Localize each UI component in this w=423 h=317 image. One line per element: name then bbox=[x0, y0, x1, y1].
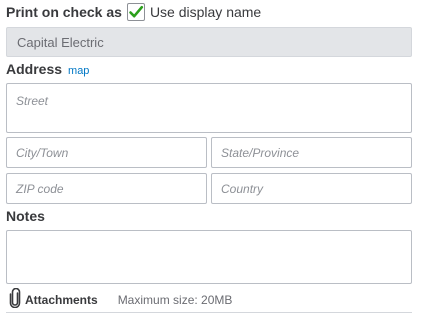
city-placeholder: City/Town bbox=[16, 145, 69, 160]
print-on-check-name-field: Capital Electric bbox=[6, 27, 412, 57]
notes-textarea[interactable] bbox=[6, 230, 412, 284]
max-size-text: Maximum size: 20MB bbox=[117, 293, 233, 307]
map-link[interactable]: map bbox=[68, 65, 89, 77]
print-on-check-row: Print on check as Use display name bbox=[6, 0, 261, 24]
checkmark-icon bbox=[129, 5, 144, 18]
paperclip-icon[interactable] bbox=[9, 287, 21, 313]
state-placeholder: State/Province bbox=[221, 145, 300, 160]
customer-form-section: Print on check as Use display name Capit… bbox=[0, 0, 423, 317]
city-input[interactable]: City/Town bbox=[6, 137, 207, 168]
divider bbox=[6, 312, 412, 313]
use-display-name-label[interactable]: Use display name bbox=[150, 4, 261, 20]
address-label: Address bbox=[6, 61, 63, 77]
country-placeholder: Country bbox=[221, 181, 264, 196]
state-input[interactable]: State/Province bbox=[211, 137, 412, 168]
zip-input[interactable]: ZIP code bbox=[6, 173, 207, 204]
street-placeholder: Street bbox=[16, 94, 49, 108]
street-input[interactable]: Street bbox=[6, 83, 412, 133]
attachments-row: Attachments Maximum size: 20MB bbox=[9, 287, 233, 313]
use-display-name-checkbox[interactable] bbox=[126, 3, 145, 21]
zip-placeholder: ZIP code bbox=[16, 181, 64, 196]
notes-label: Notes bbox=[6, 208, 45, 224]
address-header: Address map bbox=[6, 61, 89, 81]
print-on-check-label: Print on check as bbox=[6, 4, 122, 20]
print-on-check-name-value: Capital Electric bbox=[17, 34, 104, 50]
attachments-link[interactable]: Attachments bbox=[25, 293, 98, 307]
country-input[interactable]: Country bbox=[211, 173, 412, 204]
